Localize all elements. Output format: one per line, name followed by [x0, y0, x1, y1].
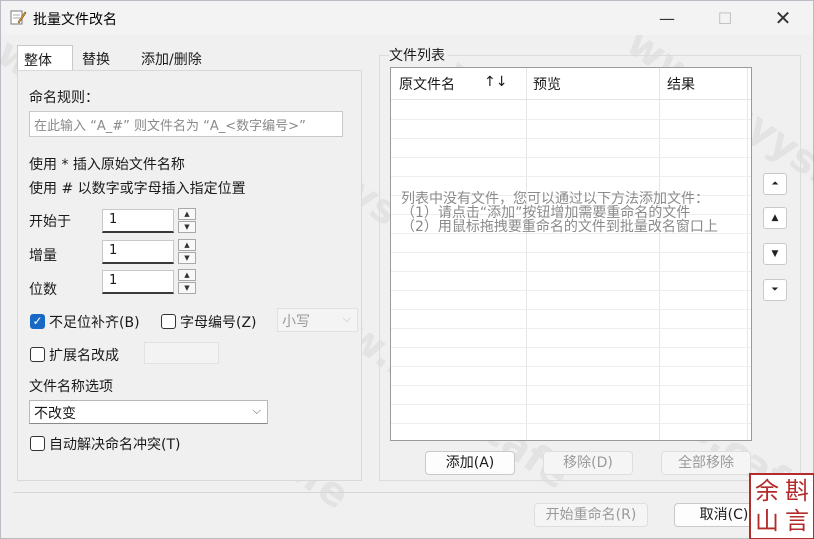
- grid-line: [391, 423, 751, 424]
- spin-up-icon[interactable]: ▲: [178, 208, 196, 220]
- naming-rule-label: 命名规则：: [29, 90, 99, 106]
- conflict-checkbox[interactable]: [30, 436, 45, 451]
- digits-label: 位数: [29, 282, 57, 298]
- tab-add-delete[interactable]: 添加/删除: [135, 45, 235, 71]
- start-rename-button[interactable]: 开始重命名(R): [534, 503, 648, 527]
- chevron-down-icon: ⌵: [252, 404, 261, 417]
- seal-char: 言: [785, 507, 809, 535]
- letter-label: 字母编号(Z): [180, 315, 257, 331]
- file-list-title: 文件列表: [389, 45, 448, 65]
- grid-line: [391, 176, 751, 177]
- move-up-button[interactable]: ▲: [763, 207, 787, 229]
- tab-overall[interactable]: 整体: [17, 45, 73, 72]
- maximize-button[interactable]: ☐: [697, 1, 753, 35]
- title-bar: 批量文件改名 — ☐ ✕: [1, 1, 813, 35]
- grid-line: [391, 138, 751, 139]
- rename-app-icon: [10, 10, 27, 25]
- move-bottom-button[interactable]: ⏷: [763, 279, 787, 301]
- start-field[interactable]: 1: [102, 209, 174, 233]
- batch-rename-window: www.syys.cafe www.syys.cafe www.syys.caf…: [0, 0, 814, 539]
- remove-all-button[interactable]: 全部移除: [661, 451, 751, 475]
- start-value: 1: [109, 212, 118, 227]
- grid-line: [391, 366, 751, 367]
- seal-char: 余: [755, 477, 779, 505]
- empty-line-3: （2）用鼠标拖拽要重命名的文件到批量改名窗口上: [401, 219, 718, 235]
- grid-line: [391, 157, 751, 158]
- ext-label: 扩展名改成: [49, 348, 119, 364]
- grid-line: [391, 252, 751, 253]
- remove-button[interactable]: 移除(D): [543, 451, 633, 475]
- empty-line-1: 列表中没有文件，您可以通过以下方法添加文件：: [401, 191, 709, 207]
- minimize-button[interactable]: —: [639, 1, 695, 35]
- file-list[interactable]: 原文件名 ↑↓ 预览 结果 列表中没有文件，您可以通过以下方法添加文件： （1）请…: [390, 67, 752, 441]
- step-value: 1: [109, 243, 118, 258]
- seal-char: 斟: [785, 477, 809, 505]
- step-field[interactable]: 1: [102, 240, 174, 264]
- close-button[interactable]: ✕: [755, 1, 811, 35]
- seal-char: 山: [755, 507, 779, 535]
- filename-option-label: 文件名称选项: [29, 379, 113, 395]
- filename-option-value: 不改变: [34, 406, 76, 422]
- chevron-down-icon: ⌵: [342, 312, 351, 325]
- spin-up-icon[interactable]: ▲: [178, 239, 196, 251]
- hint-hash: 使用 # 以数字或字母插入指定位置: [29, 181, 246, 197]
- grid-line: [391, 328, 751, 329]
- pad-label: 不足位补齐(B): [49, 315, 140, 331]
- ext-checkbox[interactable]: [30, 347, 45, 362]
- pad-checkbox[interactable]: ✓: [30, 314, 45, 329]
- spin-up-icon[interactable]: ▲: [178, 269, 196, 281]
- empty-list-message: 列表中没有文件，您可以通过以下方法添加文件： （1）请点击“添加”按钮增加需要重命…: [401, 192, 718, 234]
- grid-line: [391, 271, 751, 272]
- step-label: 增量: [29, 248, 57, 264]
- case-select[interactable]: 小写 ⌵: [277, 308, 358, 332]
- digits-field[interactable]: 1: [102, 270, 174, 294]
- ext-input[interactable]: [144, 342, 219, 364]
- spin-down-icon[interactable]: ▼: [178, 221, 196, 233]
- col-preview[interactable]: 预览: [533, 74, 561, 94]
- grid-line: [391, 347, 751, 348]
- separator: [13, 492, 814, 493]
- start-stepper[interactable]: ▲ ▼: [178, 208, 196, 234]
- hint-asterisk: 使用 * 插入原始文件名称: [29, 157, 185, 173]
- digits-value: 1: [109, 273, 118, 288]
- case-value: 小写: [282, 314, 310, 330]
- move-down-button[interactable]: ▼: [763, 243, 787, 265]
- spin-down-icon[interactable]: ▼: [178, 252, 196, 264]
- filename-option-select[interactable]: 不改变 ⌵: [29, 400, 268, 424]
- spin-down-icon[interactable]: ▼: [178, 282, 196, 294]
- start-label: 开始于: [29, 214, 71, 230]
- conflict-label: 自动解决命名冲突(T): [49, 437, 181, 453]
- grid-line: [391, 119, 751, 120]
- col-original-name[interactable]: 原文件名: [399, 74, 455, 94]
- empty-line-2: （1）请点击“添加”按钮增加需要重命名的文件: [401, 205, 691, 221]
- tab-replace[interactable]: 替换: [76, 45, 132, 71]
- grid-line: [391, 290, 751, 291]
- col-result[interactable]: 结果: [667, 74, 695, 94]
- step-stepper[interactable]: ▲ ▼: [178, 239, 196, 265]
- naming-rule-input[interactable]: 在此输入 “A_#” 则文件名为 “A_<数字编号>”: [29, 111, 343, 137]
- naming-rule-placeholder: 在此输入 “A_#” 则文件名为 “A_<数字编号>”: [34, 119, 306, 134]
- sort-arrows-icon[interactable]: ↑↓: [484, 74, 507, 90]
- file-list-header: 原文件名 ↑↓ 预览 结果: [391, 68, 751, 100]
- move-top-button[interactable]: ⏶: [763, 173, 787, 195]
- seal-stamp: 余 斟 山 言: [749, 473, 814, 539]
- grid-line: [391, 385, 751, 386]
- add-button[interactable]: 添加(A): [425, 451, 515, 475]
- window-title: 批量文件改名: [33, 12, 117, 28]
- digits-stepper[interactable]: ▲ ▼: [178, 269, 196, 295]
- grid-line: [391, 404, 751, 405]
- grid-line: [391, 309, 751, 310]
- letter-checkbox[interactable]: [161, 314, 176, 329]
